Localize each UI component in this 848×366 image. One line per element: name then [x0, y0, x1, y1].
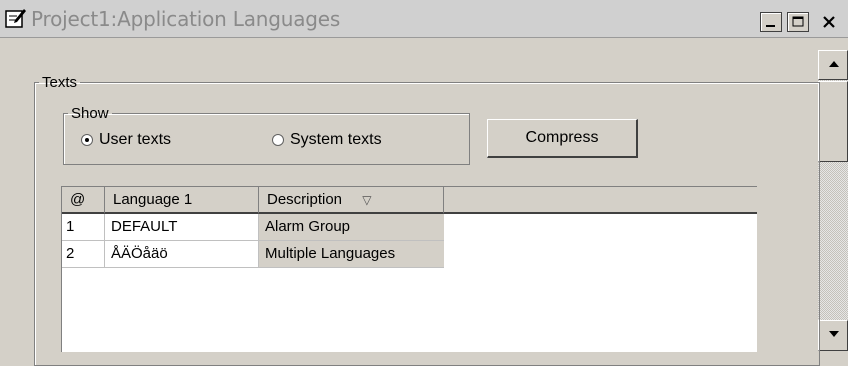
languages-grid[interactable]: @ Language 1 Description ▽ 1 DEFAULT Ala…: [61, 186, 757, 352]
radio-unselected-icon: [272, 134, 284, 146]
sort-descending-icon: ▽: [362, 193, 372, 207]
language-cell[interactable]: DEFAULT: [105, 214, 259, 241]
radio-selected-icon: [81, 134, 93, 146]
minimize-icon: [766, 25, 775, 27]
radio-system-texts-label: System texts: [290, 131, 382, 148]
scroll-down-button[interactable]: [818, 320, 848, 351]
title-bar[interactable]: Project1:Application Languages: [0, 0, 848, 38]
row-number[interactable]: 1: [62, 214, 105, 241]
column-header-at[interactable]: @: [62, 187, 105, 214]
arrow-down-icon: [829, 331, 839, 337]
column-header-language-1[interactable]: Language 1: [105, 187, 259, 214]
column-header-description-label: Description: [267, 191, 343, 208]
row-number[interactable]: 2: [62, 241, 105, 268]
vertical-scrollbar[interactable]: [818, 50, 848, 351]
compress-button[interactable]: Compress: [487, 119, 638, 158]
description-cell[interactable]: Multiple Languages: [259, 241, 444, 268]
texts-legend: Texts: [42, 74, 78, 91]
edit-document-icon: [5, 9, 26, 28]
close-button[interactable]: [818, 12, 840, 32]
description-cell[interactable]: Alarm Group: [259, 214, 444, 241]
arrow-up-icon: [829, 61, 839, 67]
maximize-button[interactable]: [787, 12, 809, 32]
show-legend: Show: [71, 105, 109, 122]
column-header-description[interactable]: Description ▽: [259, 187, 444, 214]
scroll-thumb[interactable]: [818, 81, 848, 162]
language-cell[interactable]: ÅÄÖåäö: [105, 241, 259, 268]
close-icon: [823, 16, 835, 28]
minimize-button[interactable]: [760, 12, 782, 32]
radio-user-texts-label: User texts: [99, 131, 172, 148]
maximize-icon: [792, 16, 804, 27]
scroll-up-button[interactable]: [818, 50, 848, 80]
window-title: Project1:Application Languages: [31, 7, 341, 31]
radio-system-texts[interactable]: System texts: [272, 131, 382, 149]
column-header-empty: [444, 187, 757, 214]
radio-user-texts[interactable]: User texts: [81, 131, 171, 149]
